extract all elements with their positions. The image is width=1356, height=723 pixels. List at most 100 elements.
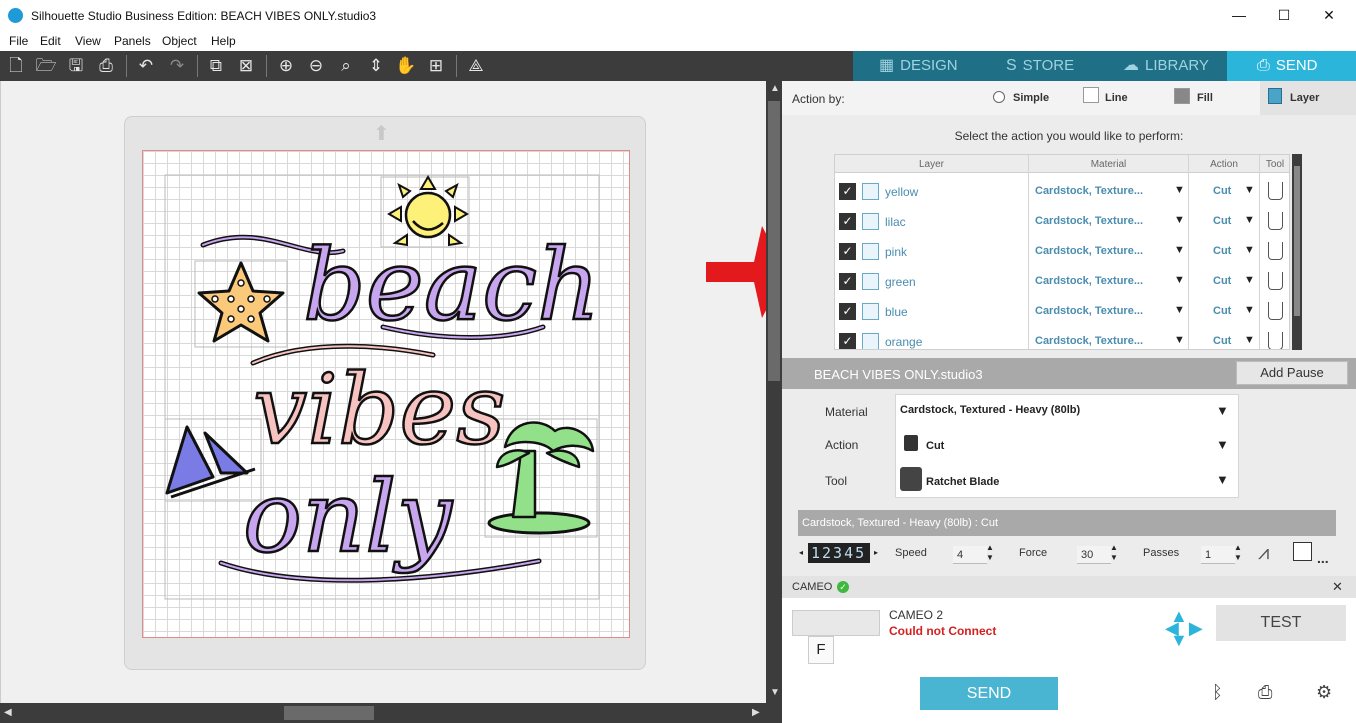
layer-checkbox[interactable]: ✓ bbox=[839, 333, 856, 349]
action-dropdown-icon[interactable]: ▼ bbox=[1244, 334, 1255, 346]
minimize-button[interactable]: — bbox=[1216, 0, 1262, 31]
simple-radio-icon[interactable] bbox=[993, 91, 1005, 103]
blade-tool-icon[interactable] bbox=[1268, 242, 1283, 260]
layer-checkbox[interactable]: ✓ bbox=[839, 213, 856, 230]
blade-tool-icon[interactable] bbox=[1268, 182, 1283, 200]
layer-material[interactable]: Cardstock, Texture... bbox=[1035, 215, 1143, 227]
horizontal-scroll-thumb[interactable] bbox=[284, 706, 374, 720]
action-dropdown-icon[interactable]: ▼ bbox=[1244, 244, 1255, 256]
move-blade-arrows-icon[interactable]: ▲ ◀ ▶ ▼ bbox=[1165, 607, 1203, 649]
save-icon[interactable]: 🖫 bbox=[65, 55, 87, 77]
scroll-right-icon[interactable]: ▶ bbox=[752, 707, 760, 718]
material-dropdown-icon[interactable]: ▼ bbox=[1174, 274, 1185, 286]
action-select[interactable]: Cut bbox=[926, 440, 944, 452]
open-folder-icon[interactable]: 🗁 bbox=[35, 55, 57, 77]
cut-area-grid[interactable]: beach vibes only bbox=[142, 150, 630, 638]
menu-file[interactable]: File bbox=[9, 34, 28, 48]
layer-material[interactable]: Cardstock, Texture... bbox=[1035, 305, 1143, 317]
layer-action[interactable]: Cut bbox=[1213, 335, 1231, 347]
vertical-scroll-thumb[interactable] bbox=[768, 101, 780, 381]
table-row[interactable]: ✓ blue Cardstock, Texture... ▼ Cut ▼ bbox=[835, 296, 1289, 326]
material-dropdown-icon[interactable]: ▼ bbox=[1174, 334, 1185, 346]
table-row[interactable]: ✓ lilac Cardstock, Texture... ▼ Cut ▼ bbox=[835, 206, 1289, 236]
passes-stepper-icon[interactable]: ▲ ▼ bbox=[1234, 543, 1242, 563]
action-chevron-down-icon[interactable]: ▼ bbox=[1216, 437, 1229, 452]
bluetooth-icon[interactable]: ᛒ bbox=[1212, 682, 1223, 703]
material-dropdown-icon[interactable]: ▼ bbox=[1174, 184, 1185, 196]
table-row[interactable]: ✓ orange Cardstock, Texture... ▼ Cut ▼ bbox=[835, 326, 1289, 349]
maximize-button[interactable]: ☐ bbox=[1261, 0, 1307, 31]
design-canvas[interactable]: ⬆ beach vibes only bbox=[0, 81, 766, 703]
action-dropdown-icon[interactable]: ▼ bbox=[1244, 214, 1255, 226]
action-dropdown-icon[interactable]: ▼ bbox=[1244, 304, 1255, 316]
speed-input[interactable]: 4 bbox=[953, 546, 987, 564]
layer-action[interactable]: Cut bbox=[1213, 245, 1231, 257]
send-button[interactable]: SEND bbox=[920, 677, 1058, 710]
menu-view[interactable]: View bbox=[75, 34, 101, 48]
material-dropdown-icon[interactable]: ▼ bbox=[1174, 244, 1185, 256]
speed-stepper-icon[interactable]: ▲ ▼ bbox=[986, 543, 994, 563]
scroll-up-icon[interactable]: ▲ bbox=[770, 83, 780, 94]
word-only[interactable]: only bbox=[242, 460, 455, 577]
tab-store[interactable]: S STORE bbox=[1006, 51, 1106, 81]
layer-action[interactable]: Cut bbox=[1213, 305, 1231, 317]
device-close-icon[interactable]: ✕ bbox=[1332, 579, 1343, 595]
action-by-line[interactable]: Line bbox=[1105, 92, 1128, 104]
tab-library[interactable]: ☁ LIBRARY bbox=[1123, 51, 1228, 81]
sketch-view-icon[interactable]: ⟁ bbox=[465, 55, 487, 77]
layer-checkbox[interactable]: ✓ bbox=[839, 303, 856, 320]
force-input[interactable]: 30 bbox=[1077, 546, 1111, 564]
action-by-fill[interactable]: Fill bbox=[1197, 92, 1213, 104]
test-button[interactable]: TEST bbox=[1216, 605, 1346, 641]
table-row[interactable]: ✓ green Cardstock, Texture... ▼ Cut ▼ bbox=[835, 266, 1289, 296]
passes-input[interactable]: 1 bbox=[1201, 546, 1235, 564]
layer-action[interactable]: Cut bbox=[1213, 215, 1231, 227]
horizontal-scrollbar[interactable]: ◀ ▶ bbox=[0, 703, 782, 723]
redo-icon[interactable]: ↷ bbox=[166, 55, 188, 77]
tool-select[interactable]: Ratchet Blade bbox=[926, 476, 999, 488]
cutter-device-icon[interactable]: ⎙ bbox=[1258, 682, 1272, 703]
deselect-icon[interactable]: ⊠ bbox=[235, 55, 257, 77]
blade-left-arrow-icon[interactable]: ◂ bbox=[799, 548, 803, 557]
material-select[interactable]: Cardstock, Textured - Heavy (80lb) bbox=[900, 404, 1080, 416]
menu-help[interactable]: Help bbox=[211, 34, 236, 48]
fit-to-page-icon[interactable]: ⇕ bbox=[365, 55, 387, 77]
select-all-icon[interactable]: ⧉ bbox=[205, 55, 227, 77]
word-vibes[interactable]: vibes bbox=[252, 353, 507, 468]
menu-edit[interactable]: Edit bbox=[40, 34, 61, 48]
tool-chevron-down-icon[interactable]: ▼ bbox=[1216, 472, 1229, 487]
scroll-left-icon[interactable]: ◀ bbox=[4, 707, 12, 718]
undo-icon[interactable]: ↶ bbox=[135, 55, 157, 77]
action-by-simple[interactable]: Simple bbox=[1013, 92, 1049, 104]
layer-material[interactable]: Cardstock, Texture... bbox=[1035, 275, 1143, 287]
layer-action[interactable]: Cut bbox=[1213, 275, 1231, 287]
layer-mode-icon[interactable] bbox=[1268, 88, 1282, 104]
layer-material[interactable]: Cardstock, Texture... bbox=[1035, 335, 1143, 347]
line-mode-icon[interactable] bbox=[1083, 87, 1099, 103]
layer-checkbox[interactable]: ✓ bbox=[839, 243, 856, 260]
layer-checkbox[interactable]: ✓ bbox=[839, 183, 856, 200]
blade-right-arrow-icon[interactable]: ▸ bbox=[874, 548, 878, 557]
pan-hand-icon[interactable]: ✋ bbox=[395, 55, 417, 77]
material-dropdown-icon[interactable]: ▼ bbox=[1174, 214, 1185, 226]
zoom-out-icon[interactable]: ⊖ bbox=[305, 55, 327, 77]
scroll-down-icon[interactable]: ▼ bbox=[770, 687, 780, 698]
action-dropdown-icon[interactable]: ▼ bbox=[1244, 184, 1255, 196]
table-row[interactable]: ✓ yellow Cardstock, Texture... ▼ Cut ▼ bbox=[835, 176, 1289, 206]
blade-tool-icon[interactable] bbox=[1268, 332, 1283, 349]
word-beach[interactable]: beach bbox=[302, 228, 602, 345]
layer-material[interactable]: Cardstock, Texture... bbox=[1035, 185, 1143, 197]
force-stepper-icon[interactable]: ▲ ▼ bbox=[1110, 543, 1118, 563]
palm-island-shape[interactable] bbox=[487, 511, 591, 535]
material-chevron-down-icon[interactable]: ▼ bbox=[1216, 403, 1229, 418]
menu-object[interactable]: Object bbox=[162, 34, 197, 48]
gear-icon[interactable]: ⚙ bbox=[1316, 682, 1332, 703]
action-by-layer[interactable]: Layer bbox=[1290, 92, 1319, 104]
action-dropdown-icon[interactable]: ▼ bbox=[1244, 274, 1255, 286]
blade-tool-icon[interactable] bbox=[1268, 302, 1283, 320]
menu-panels[interactable]: Panels bbox=[114, 34, 151, 48]
zoom-select-icon[interactable]: ⌕ bbox=[335, 55, 357, 77]
new-document-icon[interactable]: 🗋 bbox=[5, 55, 27, 77]
overcut-icon[interactable]: ⩘ bbox=[1258, 542, 1269, 565]
vertical-scrollbar[interactable]: ▲ ▼ bbox=[766, 81, 782, 703]
